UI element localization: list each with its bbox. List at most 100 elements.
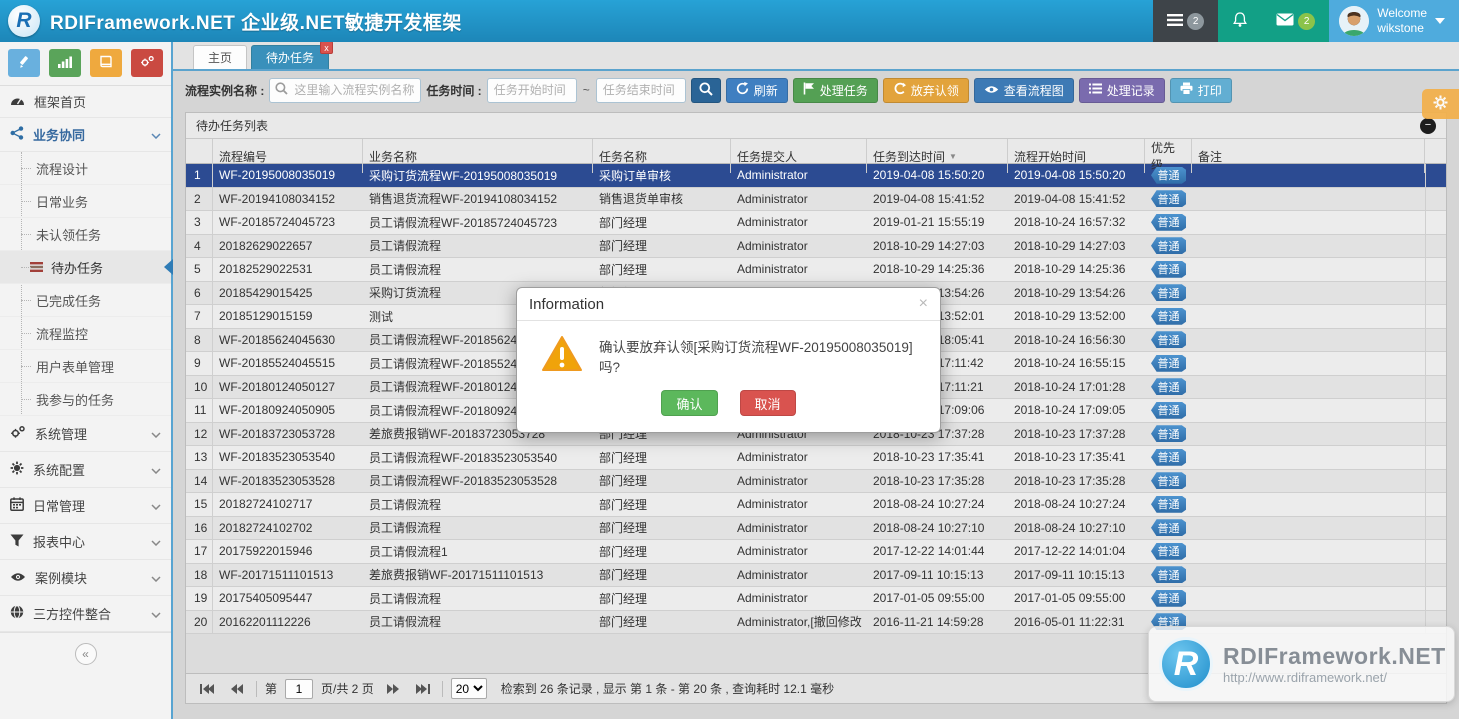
chevron-down-icon xyxy=(151,570,161,585)
table-row[interactable]: 18 WF-20171511101513 差旅费报销WF-2017151110151… xyxy=(186,563,1446,587)
sidebar-section-daily-mgmt[interactable]: 日常管理 xyxy=(0,488,171,524)
cell-start: 2017-01-05 09:55:00 xyxy=(1014,591,1126,606)
abandon-claim-button[interactable]: 放弃认领 xyxy=(882,77,969,103)
cell-task: 部门经理 xyxy=(599,591,648,606)
view-flowchart-button[interactable]: 查看流程图 xyxy=(973,77,1074,103)
cell-filler xyxy=(1425,281,1446,304)
cell-priority: 普通 xyxy=(1145,235,1192,258)
close-icon[interactable]: × xyxy=(919,295,928,313)
next-page-button[interactable] xyxy=(382,679,404,699)
priority-badge: 普通 xyxy=(1151,284,1186,302)
first-page-button[interactable] xyxy=(196,679,218,699)
cell-note xyxy=(1192,258,1425,281)
cell-code: 20185429015425 xyxy=(219,285,313,300)
cancel-button[interactable]: 取消 xyxy=(739,390,796,416)
app-logo[interactable]: R xyxy=(8,5,40,37)
search-button[interactable] xyxy=(690,77,721,103)
cell-note xyxy=(1192,493,1425,516)
cell-note xyxy=(1192,446,1425,469)
table-row[interactable]: 1 WF-20195008035019 采购订货流程WF-2019500803501… xyxy=(186,164,1446,188)
print-button[interactable]: 打印 xyxy=(1169,77,1232,103)
cell-code: WF-20171511101513 xyxy=(219,567,334,582)
table-row[interactable]: 16 20182724102702 员工请假流程 部门经理 Administrator 2… xyxy=(186,516,1446,540)
sidebar-section-system-config[interactable]: 系统配置 xyxy=(0,452,171,488)
cell-note xyxy=(1192,517,1425,540)
tab-home[interactable]: 主页 xyxy=(193,45,248,69)
dialog-title-bar[interactable]: Information × xyxy=(517,288,940,321)
table-row[interactable]: 3 WF-20185724045723 员工请假流程WF-2018572404572… xyxy=(186,211,1446,235)
table-row[interactable]: 2 WF-20194108034152 销售退货流程WF-2019410803415… xyxy=(186,187,1446,211)
table-row[interactable]: 14 WF-20183523053528 员工请假流程WF-201835230535… xyxy=(186,469,1446,493)
sidebar-item-process-monitor[interactable]: 流程监控 xyxy=(0,317,171,350)
table-row[interactable]: 15 20182724102717 员工请假流程 部门经理 Administrator 2… xyxy=(186,493,1446,517)
mail-button[interactable]: 2 xyxy=(1262,0,1330,42)
panel-minimize-button[interactable]: − xyxy=(1420,117,1436,134)
prev-page-button[interactable] xyxy=(226,679,248,699)
sidebar-item-unclaimed-tasks[interactable]: 未认领任务 xyxy=(0,218,171,251)
cell-note xyxy=(1192,305,1425,328)
cell-submitter: Administrator xyxy=(737,262,808,277)
cell-priority: 普通 xyxy=(1145,329,1192,352)
priority-badge: 普通 xyxy=(1151,190,1186,208)
sidebar-item-user-forms[interactable]: 用户表单管理 xyxy=(0,350,171,383)
page-size-select[interactable]: 20 xyxy=(450,678,487,699)
sidebar-item-my-tasks[interactable]: 我参与的任务 xyxy=(0,383,171,416)
sidebar-section-third-party[interactable]: 三方控件整合 xyxy=(0,596,171,632)
instance-name-input[interactable] xyxy=(269,77,422,103)
table-row[interactable]: 13 WF-20183523053540 员工请假流程WF-201835230535… xyxy=(186,446,1446,470)
quick-launch-bar xyxy=(0,42,171,86)
sidebar-group-business[interactable]: 业务协同 xyxy=(0,118,171,152)
cell-business: 员工请假流程 xyxy=(369,497,442,512)
cell-filler xyxy=(1425,446,1446,469)
cell-note xyxy=(1192,587,1425,610)
sidebar-section-sample-modules[interactable]: 案例模块 xyxy=(0,560,171,596)
confirm-button[interactable]: 确认 xyxy=(661,390,718,416)
cell-submitter: Administrator xyxy=(737,191,808,206)
sidebar-item-pending-tasks[interactable]: 待办任务 xyxy=(0,251,173,284)
cell-arrival: 2018-10-29 14:27:03 xyxy=(873,238,985,253)
priority-badge: 普通 xyxy=(1151,237,1186,255)
handle-task-button[interactable]: 处理任务 xyxy=(792,77,878,103)
edit-quick-button[interactable] xyxy=(8,49,40,77)
sidebar-collapse-button[interactable]: « xyxy=(74,643,97,665)
table-row[interactable]: 5 20182529022531 员工请假流程 部门经理 Administrator 20… xyxy=(186,258,1446,282)
list-icon xyxy=(1088,83,1102,97)
cell-arrival: 2019-01-21 15:55:19 xyxy=(873,215,985,230)
refresh-button[interactable]: 刷新 xyxy=(725,77,788,103)
sidebar-section-system-mgmt[interactable]: 系统管理 xyxy=(0,416,171,452)
chevron-down-icon xyxy=(151,462,161,477)
last-page-button[interactable] xyxy=(412,679,434,699)
brand-url: http://www.rdiframework.net/ xyxy=(1223,669,1387,685)
task-end-time-input[interactable] xyxy=(595,77,686,103)
notifications-button[interactable] xyxy=(1218,0,1263,42)
sidebar-item-process-design[interactable]: 流程设计 xyxy=(0,152,171,185)
sidebar-item-daily-business[interactable]: 日常业务 xyxy=(0,185,171,218)
sidebar-item-completed-tasks[interactable]: 已完成任务 xyxy=(0,284,171,317)
sidebar-item-home[interactable]: 框架首页 xyxy=(0,86,171,118)
chevron-down-icon xyxy=(151,127,161,142)
settings-quick-button[interactable] xyxy=(131,49,163,77)
theme-settings-button[interactable] xyxy=(1422,89,1459,119)
table-row[interactable]: 17 20175922015946 员工请假流程1 部门经理 Administrator… xyxy=(186,540,1446,564)
handle-records-button[interactable]: 处理记录 xyxy=(1078,77,1165,103)
cell-priority: 普通 xyxy=(1145,211,1192,234)
close-icon[interactable]: x xyxy=(320,41,334,54)
sidebar-submenu: 流程设计 日常业务 未认领任务 待办任务 已完成任务 流程监控 用户表单管理 我… xyxy=(0,152,173,416)
cell-start: 2018-08-24 10:27:10 xyxy=(1014,520,1126,535)
table-row[interactable]: 4 20182629022657 员工请假流程 部门经理 Administrator 20… xyxy=(186,234,1446,258)
tab-pending-tasks[interactable]: 待办任务 x xyxy=(251,41,334,69)
book-quick-button[interactable] xyxy=(90,49,122,77)
sidebar-section-report-center[interactable]: 报表中心 xyxy=(0,524,171,560)
cell-business: 员工请假流程 xyxy=(369,521,442,536)
chart-quick-button[interactable] xyxy=(49,49,81,77)
dialog-message: 确认要放弃认领[采购订货流程WF-20195008035019]吗? xyxy=(599,339,913,375)
gears-icon xyxy=(10,425,26,442)
sort-icon[interactable]: ▼ xyxy=(949,152,957,161)
messages-button[interactable]: 2 xyxy=(1153,0,1219,42)
cell-submitter: Administrator xyxy=(737,497,808,512)
table-row[interactable]: 19 20175405095447 员工请假流程 部门经理 Administrator 2… xyxy=(186,587,1446,611)
page-number-input[interactable] xyxy=(285,678,314,699)
user-menu[interactable]: Welcome wikstone xyxy=(1329,0,1459,42)
task-start-time-input[interactable] xyxy=(486,77,577,103)
cell-note xyxy=(1192,352,1425,375)
